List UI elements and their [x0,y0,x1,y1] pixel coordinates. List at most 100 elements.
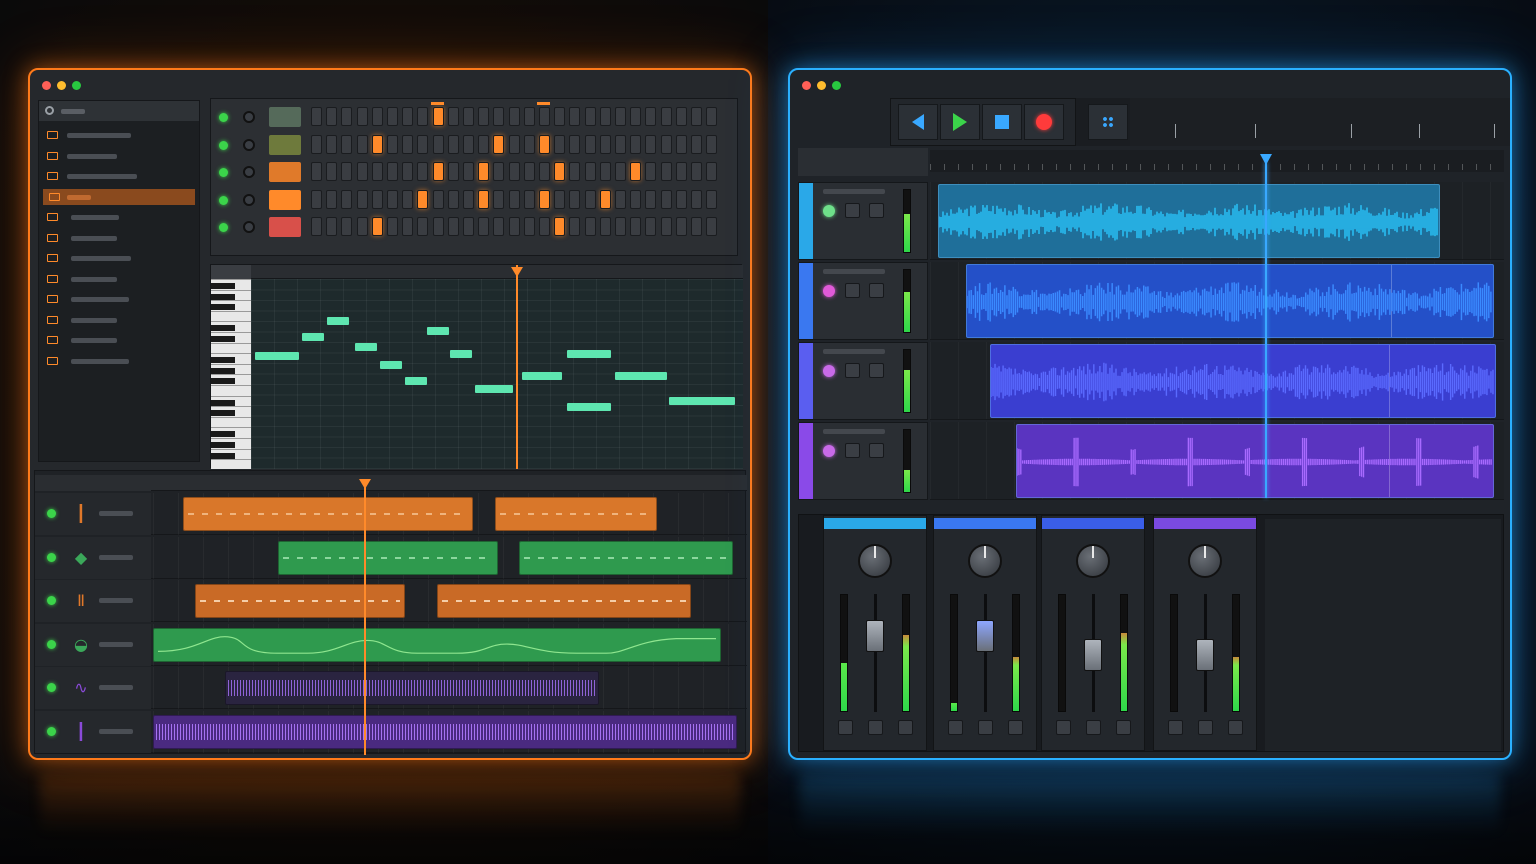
black-key[interactable] [211,357,235,364]
step-button[interactable] [615,107,626,126]
channel-name-button[interactable] [269,217,301,237]
midi-note[interactable] [380,361,402,369]
step-button[interactable] [706,217,718,236]
channel-solo-button[interactable] [868,720,883,735]
folder-item[interactable] [43,127,195,143]
channel-arm-button[interactable] [1116,720,1131,735]
channel-name-button[interactable] [269,189,301,210]
pattern-clip[interactable] [225,671,599,705]
close-dot[interactable] [42,81,51,90]
channel-mute-led[interactable] [219,140,228,150]
step-button[interactable] [463,217,474,236]
black-key[interactable] [211,410,235,417]
white-key[interactable] [211,332,251,333]
step-button[interactable] [691,217,702,236]
step-button[interactable] [554,134,566,154]
black-key[interactable] [211,293,235,300]
track-arm-led[interactable] [823,205,835,217]
black-key[interactable] [211,431,235,438]
step-button[interactable] [706,162,718,181]
audio-clip[interactable] [990,344,1496,418]
step-button[interactable] [630,107,642,126]
midi-note[interactable] [669,397,735,405]
channel-mute-button[interactable] [1056,720,1071,735]
step-button[interactable] [447,134,459,154]
arrange-ruler[interactable] [930,150,1504,172]
channel-mute-led[interactable] [219,223,228,232]
midi-note[interactable] [522,372,562,380]
step-button[interactable] [539,162,550,181]
rewind-button[interactable] [898,104,938,140]
folder-item[interactable] [43,148,195,164]
step-button[interactable] [402,189,414,209]
search-icon[interactable] [45,106,54,115]
step-button[interactable] [508,107,520,126]
white-key[interactable] [211,310,251,312]
midi-note[interactable] [327,317,349,325]
black-key[interactable] [211,325,235,332]
step-button[interactable] [645,107,657,126]
step-button[interactable] [447,107,459,126]
step-button[interactable] [371,107,383,126]
step-button[interactable] [706,189,718,209]
step-button[interactable] [341,162,353,181]
step-button[interactable] [432,107,444,126]
step-button[interactable] [615,189,626,209]
step-button[interactable] [356,217,368,236]
step-button[interactable] [447,217,459,236]
step-button[interactable] [463,189,474,209]
step-button[interactable] [387,189,398,209]
step-button[interactable] [660,107,672,126]
step-button[interactable] [326,189,338,209]
waveform-icon[interactable]: ┃ [71,504,91,524]
step-button[interactable] [660,217,672,236]
white-key[interactable] [211,438,251,439]
step-button[interactable] [615,217,626,236]
step-button[interactable] [371,134,383,154]
channel-arm-button[interactable] [898,720,913,735]
step-button[interactable] [706,107,718,126]
step-button[interactable] [630,189,642,209]
step-button[interactable] [523,189,535,209]
piano-roll-playhead[interactable] [516,265,518,469]
step-button[interactable] [478,189,490,209]
black-key[interactable] [211,399,235,406]
channel-pan-knob[interactable] [243,138,255,151]
step-button[interactable] [599,217,611,236]
step-button[interactable] [478,217,490,236]
maximize-dot[interactable] [832,81,841,90]
step-button[interactable] [387,162,398,181]
step-button[interactable] [630,134,642,154]
white-key[interactable] [211,279,251,280]
channel-solo-button[interactable] [1198,720,1213,735]
channel-mute-led[interactable] [219,168,228,177]
step-button[interactable] [615,134,626,154]
minimize-dot[interactable] [57,81,66,90]
note-grid[interactable] [251,279,743,469]
step-button[interactable] [675,189,687,209]
step-button[interactable] [660,134,672,154]
step-button[interactable] [402,134,414,154]
piano-keys-icon[interactable]: Ⅱ [71,591,91,611]
step-button[interactable] [417,134,429,154]
close-dot[interactable] [802,81,811,90]
step-button[interactable] [371,217,383,236]
arrange-playhead[interactable] [1265,162,1267,498]
white-key[interactable] [211,427,251,429]
step-button[interactable] [539,134,550,154]
step-button[interactable] [417,189,429,209]
play-button[interactable] [940,104,980,140]
step-button[interactable] [554,189,566,209]
track-mute-led[interactable] [47,726,56,736]
track-mute-button[interactable] [845,203,860,218]
step-button[interactable] [523,162,535,181]
step-button[interactable] [691,107,702,126]
step-button[interactable] [584,107,596,126]
channel-arm-button[interactable] [1228,720,1243,735]
channel-mute-led[interactable] [219,195,228,205]
step-button[interactable] [508,217,520,236]
white-key[interactable] [211,353,251,355]
step-button[interactable] [341,107,353,126]
channel-pan-knob[interactable] [243,221,255,233]
step-button[interactable] [356,107,368,126]
